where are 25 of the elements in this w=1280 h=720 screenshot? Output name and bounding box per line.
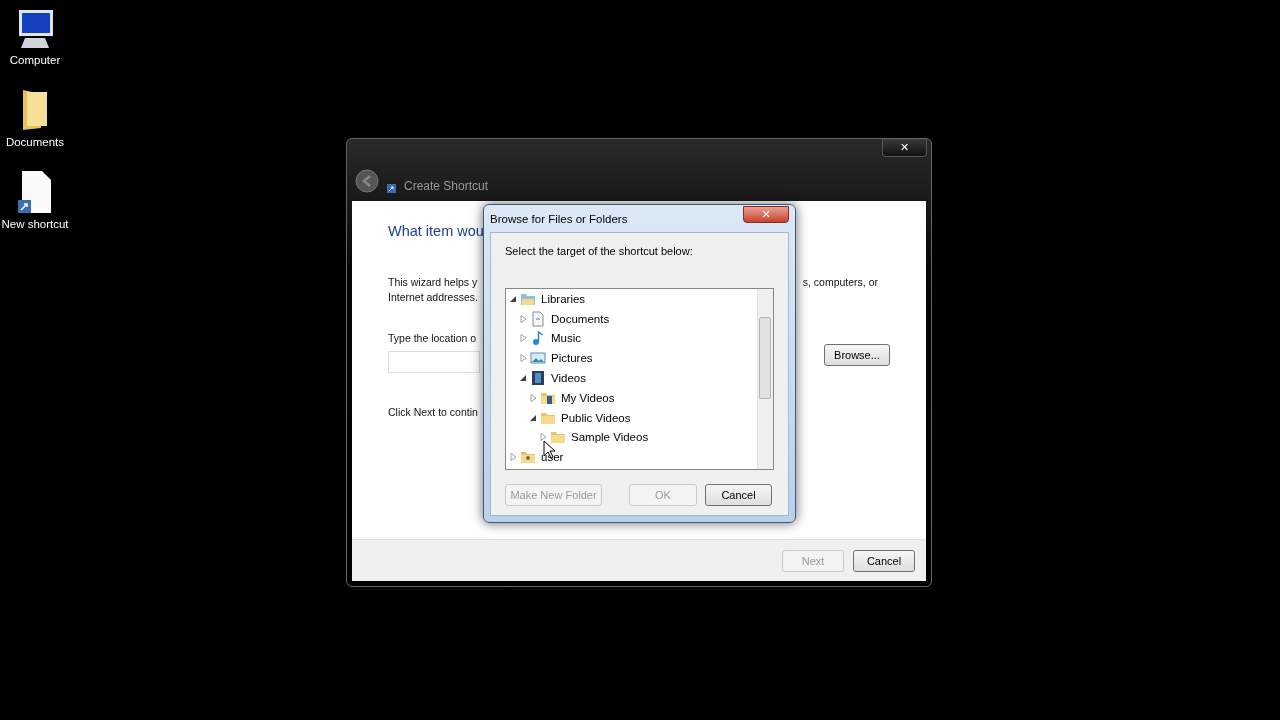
desktop-icon-label[interactable]: New shortcut — [1, 218, 69, 230]
tree-item[interactable]: Pictures — [551, 352, 593, 365]
tree-item[interactable]: user — [541, 451, 564, 464]
close-button[interactable]: ✕ — [882, 139, 927, 157]
desktop-icon-label[interactable]: Computer — [9, 54, 61, 66]
tree-item[interactable]: Public Videos — [561, 411, 631, 424]
intro-text: Internet addresses. — [388, 290, 479, 305]
window-title: Create Shortcut — [404, 179, 489, 193]
dialog-prompt: Select the target of the shortcut below: — [505, 245, 694, 257]
wizard-button[interactable]: Cancel — [853, 549, 915, 572]
tree-item[interactable]: Sample Videos — [571, 431, 649, 444]
tree-item[interactable]: Music — [551, 332, 582, 345]
browse-button[interactable]: Browse... — [824, 344, 890, 366]
intro-text: This wizard helps y — [388, 275, 479, 290]
dialog-button[interactable]: Cancel — [705, 484, 772, 506]
tree-item[interactable]: Videos — [551, 372, 586, 385]
tree-item[interactable]: Documents — [551, 312, 610, 325]
tree-item[interactable]: My Videos — [561, 391, 615, 404]
intro-text: s, computers, or — [802, 275, 878, 290]
next-hint: Click Next to contin — [388, 405, 479, 420]
dialog-title: Browse for Files or Folders — [490, 212, 628, 225]
desktop-icon-label[interactable]: Documents — [5, 136, 65, 148]
wizard-heading: What item wou — [388, 223, 483, 239]
tree-item[interactable]: Libraries — [541, 292, 586, 305]
location-label: Type the location o — [388, 331, 478, 346]
